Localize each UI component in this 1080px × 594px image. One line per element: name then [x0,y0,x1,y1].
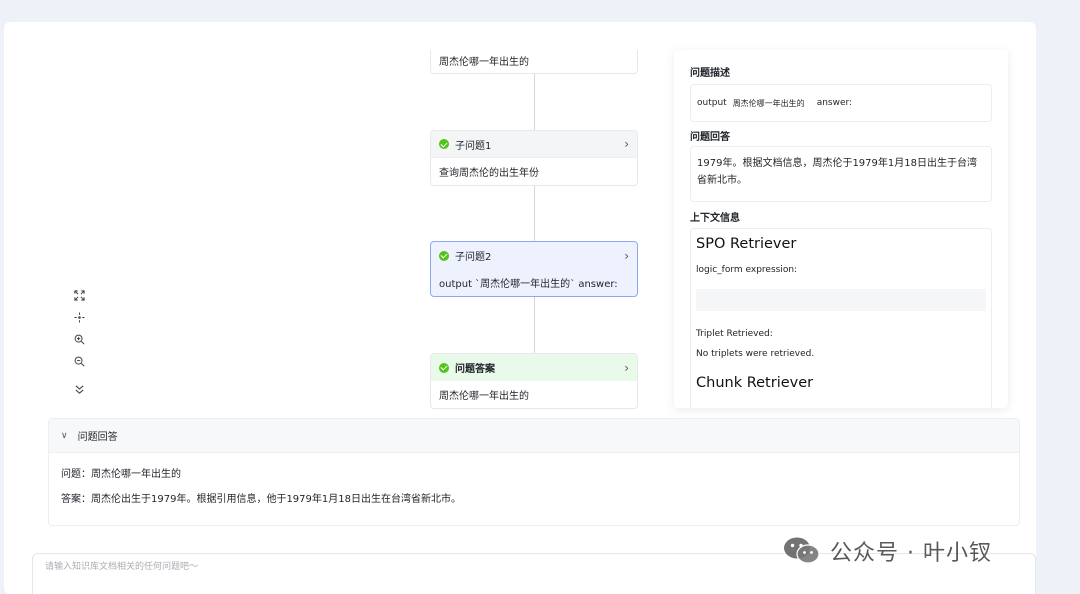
node-title: 问题答案 [455,364,495,375]
center-icon[interactable] [68,306,90,328]
chevron-right-icon[interactable]: › [624,249,629,263]
success-check-icon [439,139,449,149]
triplet-label: Triplet Retrieved: [696,329,773,339]
desc-box: output 周杰伦哪一年出生的 answer: [690,84,992,122]
watermark-text: 公众号 · 叶小钗 [830,541,992,566]
flow-node-answer[interactable]: 问题答案 › 周杰伦哪一年出生的 [430,353,638,409]
logic-form-code-block [696,289,986,311]
context-label: 上下文信息 [690,213,740,224]
flow-node-subquestion-1[interactable]: 子问题1 › 查询周杰伦的出生年份 [430,130,638,186]
result-section: ∨ 问题回答 问题：周杰伦哪一年出生的 答案：周杰伦出生于1979年。根据引用信… [48,418,1020,526]
flow-node-question[interactable]: 周杰伦哪一年出生的 [430,50,638,74]
detail-panel: 问题描述 output 周杰伦哪一年出生的 answer: 问题回答 1979年… [674,50,1008,408]
collapse-icon[interactable] [68,378,90,400]
triplet-value: No triplets were retrieved. [696,349,815,359]
node-header: 子问题1 › [431,131,637,158]
desc-line: output 周杰伦哪一年出生的 answer: [691,85,991,121]
logic-form-label: logic_form expression: [696,265,798,275]
flow-node-subquestion-2[interactable]: 子问题2 › output `周杰伦哪一年出生的` answer: [430,241,638,297]
result-header-label: 问题回答 [77,432,118,443]
node-body: 查询周杰伦的出生年份 [439,168,539,179]
wechat-icon [784,537,820,564]
node-header: 子问题2 › [431,242,637,269]
success-check-icon [439,362,449,373]
chevron-down-icon[interactable]: ∨ [61,431,68,441]
answer-label: 问题回答 [690,132,730,143]
node-body: output `周杰伦哪一年出生的` answer: [439,279,618,290]
desc-answer: answer: [816,98,853,108]
answer-box: 1979年。根据文档信息，周杰伦于1979年1月18日出生于台湾省新北市。 [690,146,992,202]
result-header[interactable]: ∨ 问题回答 [49,419,1019,453]
result-question: 问题：周杰伦哪一年出生的 [61,469,181,480]
answer-text: 1979年。根据文档信息，周杰伦于1979年1月18日出生于台湾省新北市。 [697,158,977,186]
node-header: 问题答案 › [431,354,637,381]
connector [534,74,535,130]
chevron-right-icon[interactable]: › [624,137,629,151]
chevron-right-icon[interactable]: › [624,361,629,375]
zoom-in-icon[interactable] [68,328,90,350]
desc-question: 周杰伦哪一年出生的 [732,98,805,108]
fit-view-icon[interactable] [68,284,90,306]
success-check-icon [439,250,449,261]
node-title: 子问题1 [455,140,492,152]
spo-retriever-title: SPO Retriever [696,236,797,252]
desc-label: 问题描述 [690,68,730,79]
node-body: 周杰伦哪一年出生的 [439,391,529,402]
zoom-toolbar [66,284,92,402]
watermark: 公众号 · 叶小钗 [782,534,992,568]
zoom-out-icon[interactable] [68,350,90,372]
result-answer: 答案：周杰伦出生于1979年。根据引用信息，他于1979年1月18日出生在台湾省… [61,494,461,505]
desc-output: output [697,98,727,108]
node-body: 周杰伦哪一年出生的 [439,56,529,68]
connector [534,297,535,353]
chunk-retriever-title: Chunk Retriever [696,375,814,391]
connector [534,186,535,242]
node-title: 子问题2 [455,252,492,263]
